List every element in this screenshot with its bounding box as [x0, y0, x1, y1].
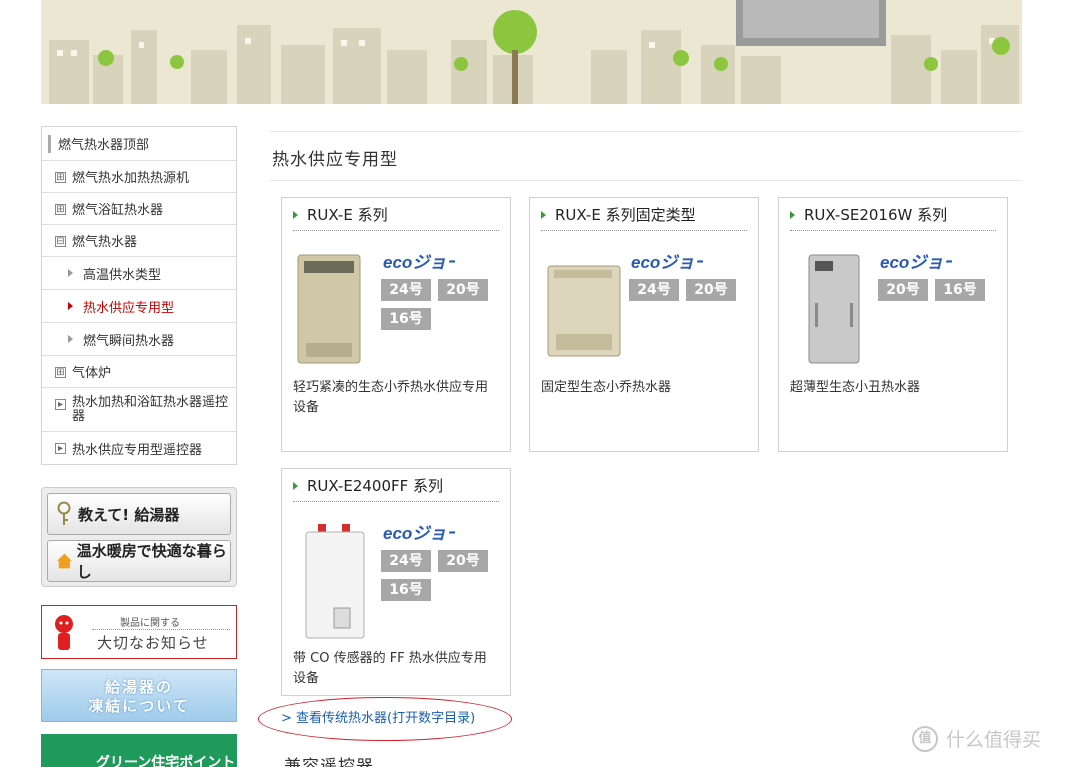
sidebar-item-gas-water-heater[interactable]: ⊟ 燃气热水器 — [42, 225, 236, 257]
freeze-info-banner[interactable]: 給湯器の 凍結について — [41, 669, 237, 722]
capacity-badge: 20号 — [878, 279, 928, 301]
expand-arrow-icon[interactable]: ▸ — [55, 443, 66, 454]
product-name: RUX-SE2016W 系列 — [804, 206, 948, 224]
sidebar-item-bath-heater[interactable]: ⊞ 燃气浴缸热水器 — [42, 193, 236, 225]
notice-small-text: 製品に関する — [120, 618, 180, 629]
product-name: RUX-E 系列固定类型 — [555, 206, 696, 224]
nav-bar-marker — [48, 135, 51, 153]
sidebar-item-label: 热水供应专用型遥控器 — [72, 442, 203, 458]
eco-jozu-logo: ecoジョーズ — [631, 253, 703, 272]
product-card[interactable]: RUX-E 系列 ecoジョーズ 24号 20号 16号 轻巧紧凑的生态小乔热水… — [281, 197, 511, 452]
sidebar-item-label: 燃气瞬间热水器 — [83, 333, 175, 349]
capacity-badge: 16号 — [381, 579, 431, 601]
arrow-right-icon — [293, 211, 298, 219]
product-card[interactable]: RUX-E 系列固定类型 ecoジョーズ 24号 20号 固定型生态小乔热水器 — [529, 197, 759, 452]
product-image — [547, 265, 621, 357]
product-card[interactable]: RUX-E2400FF 系列 ecoジョーズ 24号 20号 16号 带 CO … — [281, 468, 511, 696]
expand-plus-icon[interactable]: ⊞ — [55, 204, 66, 215]
important-notice-banner[interactable]: 製品に関する 大切なお知らせ — [41, 605, 237, 659]
sidebar-item-bath-remote[interactable]: ▸ 热水加热和浴缸热水器遥控器 — [42, 388, 236, 432]
page-title: 热水供应专用型 — [272, 150, 398, 170]
product-description: 轻巧紧凑的生态小乔热水供应专用设备 — [293, 380, 489, 415]
freeze-line-2: 凍結について — [88, 697, 190, 715]
product-card-title[interactable]: RUX-E2400FF 系列 — [293, 476, 499, 502]
eco-jozu-logo: ecoジョーズ — [383, 253, 455, 272]
compatible-remote-heading: 兼容遥控器 — [284, 757, 374, 767]
arrow-right-icon — [293, 482, 298, 490]
smzdm-watermark: 值 什么值得买 — [912, 725, 1041, 752]
collapse-minus-icon[interactable]: ⊟ — [55, 236, 66, 247]
expand-plus-icon[interactable]: ⊞ — [55, 172, 66, 183]
expand-plus-icon[interactable]: ⊞ — [55, 367, 66, 378]
divider — [270, 131, 1022, 132]
sidebar-item-gas-stove[interactable]: ⊞ 气体炉 — [42, 356, 236, 388]
sidebar-item-label: 气体炉 — [72, 366, 112, 381]
notice-divider — [92, 629, 230, 630]
capacity-badge: 20号 — [686, 279, 736, 301]
sidebar-subitem-hot-water-supply[interactable]: 热水供应专用型 — [42, 290, 236, 323]
sidebar-item-supply-remote[interactable]: ▸ 热水供应专用型遥控器 — [42, 432, 236, 464]
capacity-badge: 24号 — [381, 550, 431, 572]
digital-catalog-link[interactable]: > 查看传统热水器(打开数字目录) — [281, 707, 475, 726]
expand-arrow-icon[interactable]: ▸ — [55, 399, 66, 410]
arrow-right-icon — [541, 211, 546, 219]
key-icon — [57, 501, 71, 525]
warm-water-heating-label: 温水暖房で快適な暮らし — [76, 542, 227, 581]
sidebar-item-label: 热水加热和浴缸热水器遥控器 — [72, 394, 229, 424]
sidebar-item-heat-source[interactable]: ⊞ 燃气热水加热热源机 — [42, 161, 236, 193]
sidebar-item-label: 燃气浴缸热水器 — [72, 203, 164, 218]
capacity-badge: 24号 — [381, 279, 431, 301]
eco-jozu-logo: ecoジョーズ — [880, 253, 952, 272]
svg-text:ecoジョーズ: ecoジョーズ — [631, 253, 703, 272]
capacity-badge: 20号 — [438, 550, 488, 572]
arrow-right-icon — [68, 302, 73, 310]
product-card-title[interactable]: RUX-E 系列固定类型 — [541, 205, 747, 231]
arrow-right-icon — [68, 335, 73, 343]
product-image — [297, 254, 361, 364]
mascot-icon — [55, 615, 73, 650]
watermark-label: 什么值得买 — [946, 729, 1042, 751]
sidebar-item-label: 燃气热水加热热源机 — [72, 171, 190, 186]
capacity-badge: 20号 — [438, 279, 488, 301]
sidebar-banner-group: 教えて! 給湯器 温水暖房で快適な暮らし — [41, 487, 237, 587]
notice-big-text: 大切なお知らせ — [97, 634, 209, 652]
sidebar-item-label: 热水供应专用型 — [83, 300, 175, 316]
product-name: RUX-E2400FF 系列 — [307, 477, 444, 495]
sidebar-item-gas-water-heater-top[interactable]: 燃气热水器顶部 — [42, 127, 236, 161]
divider — [270, 180, 1022, 181]
warm-water-heating-button[interactable]: 温水暖房で快適な暮らし — [47, 540, 231, 582]
product-image — [305, 524, 365, 639]
sidebar-subitem-high-temp[interactable]: 高温供水类型 — [42, 257, 236, 290]
product-name: RUX-E 系列 — [307, 206, 388, 224]
product-description: 超薄型生态小丑热水器 — [790, 380, 921, 395]
town-banner-image — [41, 0, 1022, 104]
sidebar-item-label: 燃气热水器 — [72, 235, 138, 250]
sidebar-item-label: 高温供水类型 — [83, 267, 162, 283]
capacity-badge: 16号 — [935, 279, 985, 301]
arrow-right-icon — [68, 269, 73, 277]
freeze-line-1: 給湯器の — [104, 678, 173, 696]
sidebar-nav: 燃气热水器顶部 ⊞ 燃气热水加热热源机 ⊞ 燃气浴缸热水器 ⊟ 燃气热水器 高温… — [41, 126, 237, 465]
arrow-right-icon — [790, 211, 795, 219]
capacity-badge: 16号 — [381, 308, 431, 330]
watermark-logo-icon: 值 — [912, 725, 938, 752]
product-description: 带 CO 传感器的 FF 热水供应专用设备 — [293, 651, 487, 686]
teach-water-heater-label: 教えて! 給湯器 — [78, 505, 180, 524]
green-housing-label: グリーン住宅ポイント — [96, 755, 236, 767]
eco-jozu-logo: ecoジョーズ — [383, 524, 455, 543]
product-card[interactable]: RUX-SE2016W 系列 ecoジョーズ 20号 16号 超薄型生态小丑热水… — [778, 197, 1008, 452]
capacity-badge: 24号 — [629, 279, 679, 301]
svg-text:ecoジョーズ: ecoジョーズ — [383, 253, 455, 272]
svg-text:ecoジョーズ: ecoジョーズ — [880, 253, 952, 272]
product-card-title[interactable]: RUX-SE2016W 系列 — [790, 205, 996, 231]
product-description: 固定型生态小乔热水器 — [541, 380, 672, 395]
sidebar-item-label: 燃气热水器顶部 — [58, 138, 150, 153]
teach-water-heater-button[interactable]: 教えて! 給湯器 — [47, 493, 231, 535]
sidebar-subitem-instant-heater[interactable]: 燃气瞬间热水器 — [42, 323, 236, 356]
product-image — [808, 254, 860, 364]
house-icon — [56, 553, 72, 569]
product-card-title[interactable]: RUX-E 系列 — [293, 205, 499, 231]
svg-text:ecoジョーズ: ecoジョーズ — [383, 524, 455, 543]
green-housing-banner[interactable]: グリーン住宅ポイント — [41, 734, 237, 767]
